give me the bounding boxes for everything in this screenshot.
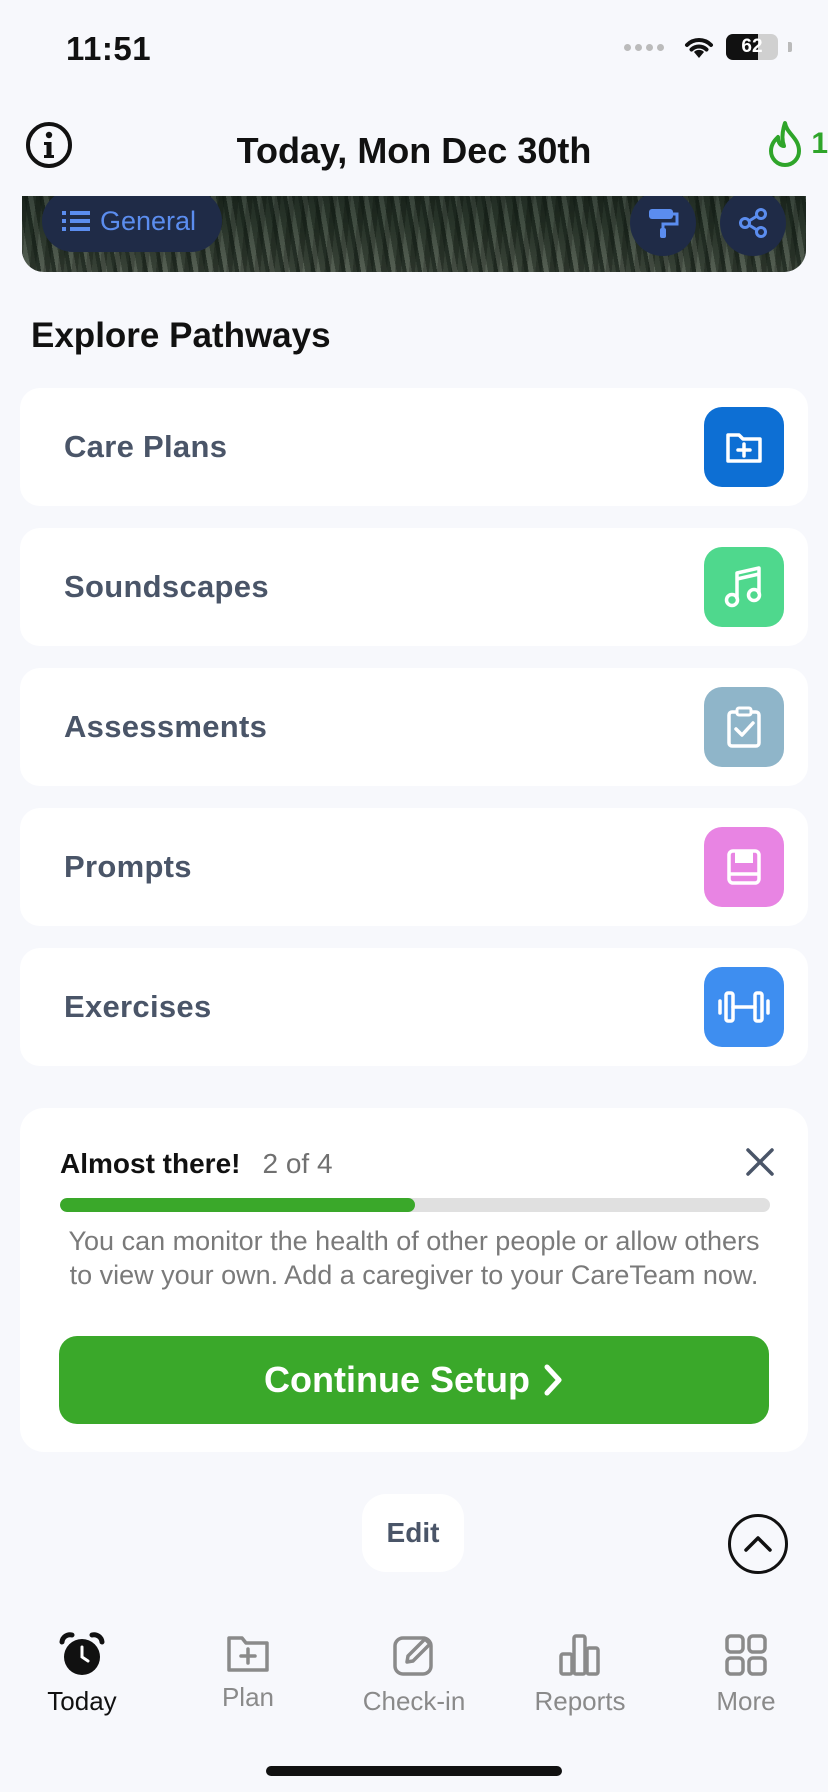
- pathway-exercises[interactable]: Exercises: [20, 948, 808, 1066]
- chevron-up-icon: [744, 1536, 772, 1552]
- category-chip[interactable]: General: [42, 196, 223, 252]
- tab-today[interactable]: Today: [12, 1632, 152, 1717]
- journal-icon: [704, 827, 784, 907]
- scroll-to-top-button[interactable]: [728, 1514, 788, 1574]
- tab-label: Today: [47, 1686, 117, 1716]
- battery-level: 62: [741, 36, 763, 57]
- folder-plus-icon: [704, 407, 784, 487]
- tab-label: Plan: [221, 1682, 275, 1712]
- setup-step-count: 2 of 4: [262, 1148, 333, 1179]
- bar-chart-icon: [559, 1634, 600, 1676]
- setup-progress-fill: [60, 1198, 415, 1212]
- setup-header: Almost there! 2 of 4: [60, 1148, 333, 1180]
- pathway-assessments[interactable]: Assessments: [20, 668, 808, 786]
- wifi-icon: [685, 38, 713, 58]
- status-icons: 62: [624, 34, 792, 60]
- battery-tip: [788, 42, 792, 52]
- tab-label: Check-in: [362, 1686, 466, 1716]
- music-note-icon: [704, 547, 784, 627]
- edit-square-icon: [393, 1636, 433, 1676]
- setup-title: Almost there!: [60, 1148, 241, 1179]
- continue-setup-button[interactable]: Continue Setup: [59, 1336, 769, 1424]
- grid-icon: [725, 1634, 767, 1676]
- category-chip-label: General: [100, 205, 197, 236]
- screen: 11:51 62 Today, Mon Dec 30th 1 General E…: [0, 0, 828, 1792]
- status-time: 11:51: [66, 30, 152, 67]
- flame-icon: [769, 121, 802, 167]
- folder-plus-icon: [227, 1636, 269, 1672]
- pathway-care-plans[interactable]: Care Plans: [20, 388, 808, 506]
- pathway-label: Soundscapes: [64, 569, 269, 604]
- tab-label: More: [716, 1686, 776, 1716]
- setup-description: You can monitor the health of other peop…: [68, 1226, 760, 1290]
- page-title: Today, Mon Dec 30th: [236, 130, 592, 171]
- category-banner: General: [22, 196, 806, 272]
- tab-plan[interactable]: Plan: [178, 1632, 318, 1713]
- setup-progress-card: Almost there! 2 of 4 You can monitor the…: [20, 1108, 808, 1452]
- tab-label: Reports: [534, 1686, 626, 1716]
- edit-button[interactable]: Edit: [362, 1494, 464, 1572]
- chevron-right-icon: [544, 1364, 562, 1396]
- pathway-soundscapes[interactable]: Soundscapes: [20, 528, 808, 646]
- tab-reports[interactable]: Reports: [510, 1632, 650, 1717]
- tab-check-in[interactable]: Check-in: [344, 1632, 484, 1717]
- alarm-clock-icon: [59, 1632, 105, 1675]
- battery-icon: 62: [726, 34, 778, 60]
- streak-indicator[interactable]: 1: [763, 120, 828, 168]
- pathway-label: Exercises: [64, 989, 212, 1024]
- pathway-prompts[interactable]: Prompts: [20, 808, 808, 926]
- dumbbell-icon: [704, 967, 784, 1047]
- cellular-signal-icon: [624, 43, 664, 51]
- clipboard-check-icon: [704, 687, 784, 767]
- setup-progress-bar: [60, 1198, 770, 1212]
- home-indicator: [266, 1766, 562, 1776]
- tab-more[interactable]: More: [676, 1632, 816, 1717]
- close-icon[interactable]: [742, 1144, 778, 1180]
- continue-setup-label: Continue Setup: [264, 1359, 530, 1400]
- pathway-label: Prompts: [64, 849, 192, 884]
- streak-count: 1: [811, 127, 828, 160]
- paint-roller-icon: [649, 209, 679, 238]
- pathway-label: Care Plans: [64, 429, 228, 464]
- section-title-explore: Explore Pathways: [31, 316, 331, 355]
- list-icon: [62, 211, 90, 231]
- bottom-tab-bar: Today Plan Check-in Reports More: [0, 1632, 828, 1732]
- share-icon: [739, 208, 767, 238]
- pathway-label: Assessments: [64, 709, 268, 744]
